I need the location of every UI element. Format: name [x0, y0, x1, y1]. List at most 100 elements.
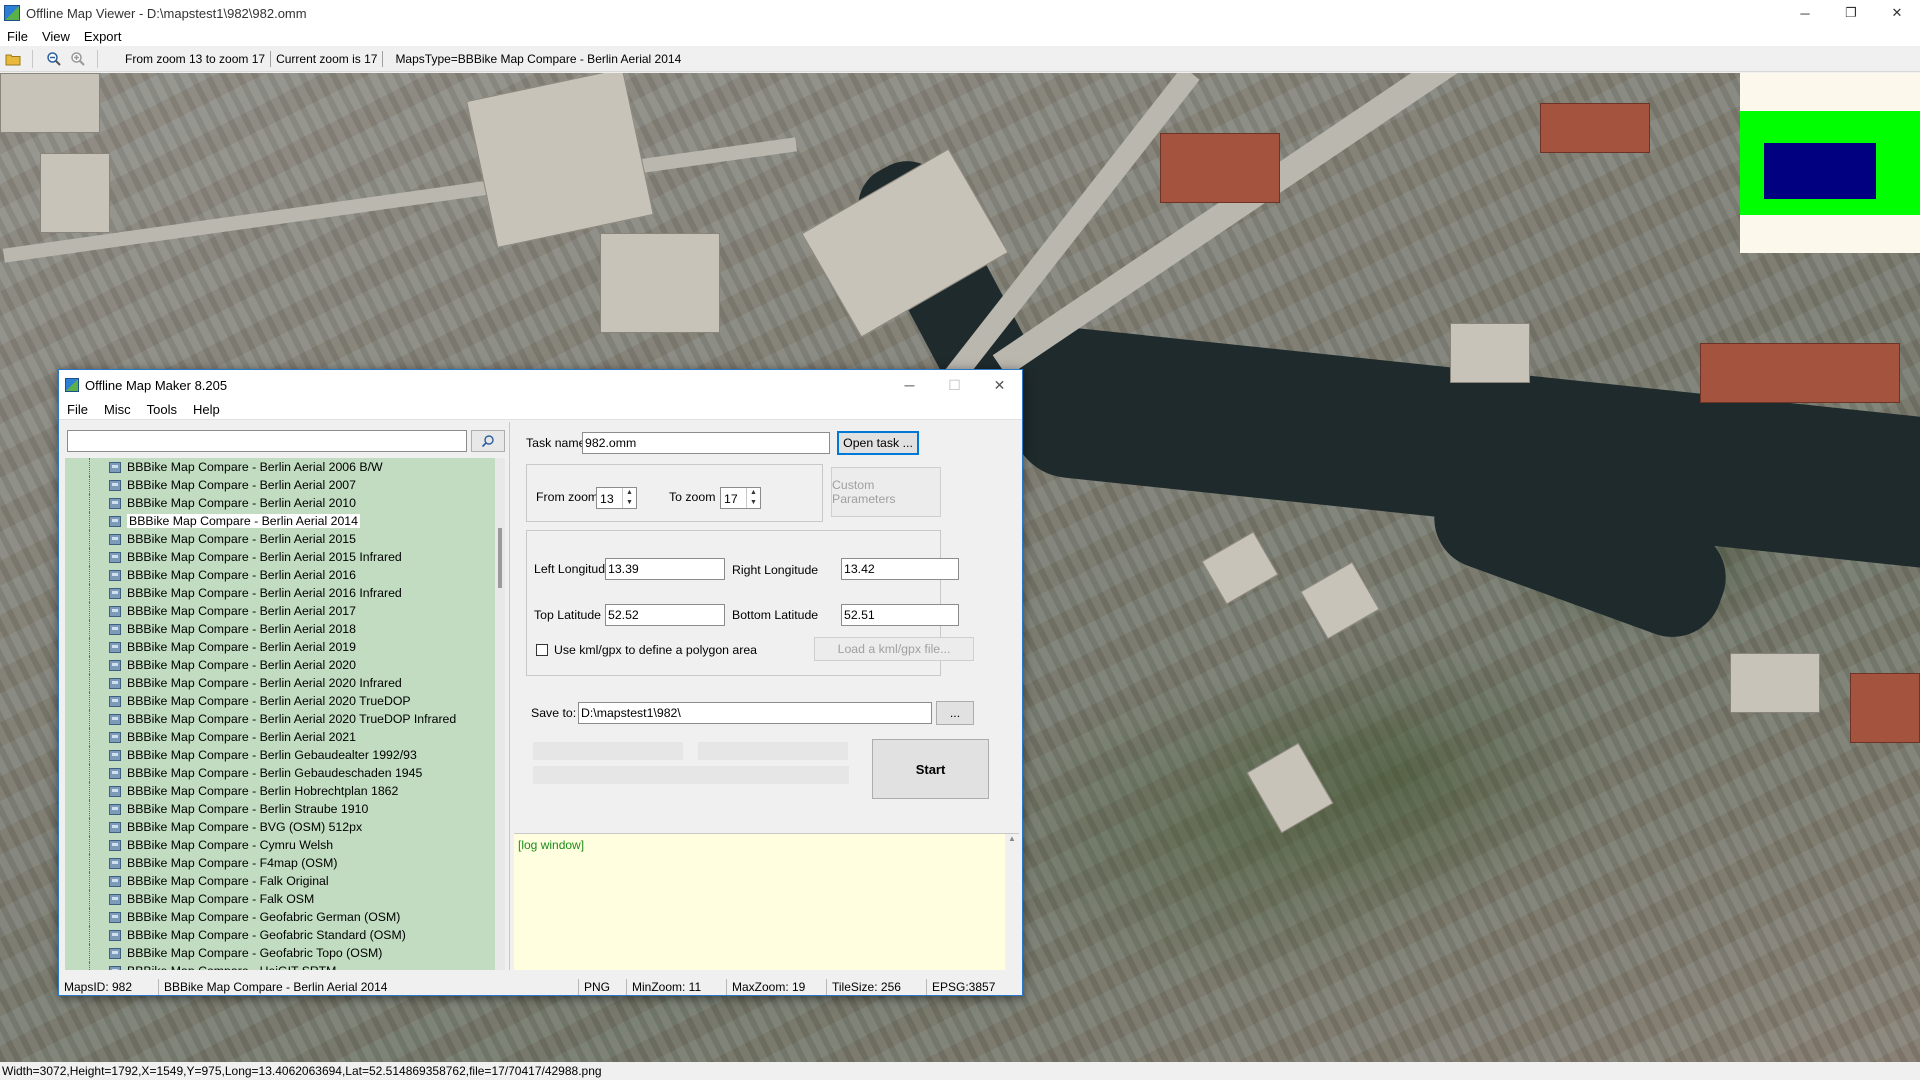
search-button[interactable] [471, 430, 505, 452]
restore-button[interactable]: ❐ [1828, 0, 1874, 26]
tree-item[interactable]: BBBike Map Compare - Berlin Aerial 2007 [65, 476, 505, 494]
from-zoom-arrows: ▲ ▼ [622, 488, 636, 508]
zoom-out-button[interactable] [43, 48, 65, 70]
spinner-down-icon[interactable]: ▼ [747, 498, 760, 508]
spinner-down-icon[interactable]: ▼ [623, 498, 636, 508]
tree-item[interactable]: BBBike Map Compare - Berlin Aerial 2019 [65, 638, 505, 656]
dialog-menu-file[interactable]: File [59, 402, 96, 417]
right-longitude-label: Right Longitude [732, 563, 819, 577]
log-window[interactable]: [log window] ▲ [514, 833, 1019, 970]
right-longitude-input[interactable] [841, 558, 959, 580]
map-search-input[interactable] [67, 430, 467, 452]
tree-item[interactable]: BBBike Map Compare - Falk OSM [65, 890, 505, 908]
dialog-menu-tools[interactable]: Tools [139, 402, 185, 417]
map-layer-icon [109, 785, 121, 797]
tree-item[interactable]: BBBike Map Compare - Berlin Aerial 2017 [65, 602, 505, 620]
zoom-in-icon [71, 51, 85, 66]
tree-item[interactable]: BBBike Map Compare - Berlin Aerial 2014 [65, 512, 505, 530]
to-zoom-spinner[interactable]: 17 ▲ ▼ [720, 487, 761, 509]
main-title-bar: Offline Map Viewer - D:\mapstest1\982\98… [0, 0, 1920, 26]
tree-item-label: BBBike Map Compare - Falk OSM [127, 892, 315, 906]
tree-item[interactable]: BBBike Map Compare - BVG (OSM) 512px [65, 818, 505, 836]
save-to-label: Save to: [531, 706, 577, 720]
use-kml-checkbox[interactable] [536, 644, 548, 656]
from-zoom-spinner[interactable]: 13 ▲ ▼ [596, 487, 637, 509]
status-epsg: EPSG:3857 [932, 980, 996, 994]
map-source-tree[interactable]: BBBike Map Compare - Berlin Aerial 2006 … [65, 458, 505, 970]
tree-item-label: BBBike Map Compare - Cymru Welsh [127, 838, 334, 852]
left-longitude-input[interactable] [605, 558, 725, 580]
spinner-up-icon[interactable]: ▲ [747, 488, 760, 498]
tree-item[interactable]: BBBike Map Compare - Geofabric Standard … [65, 926, 505, 944]
tree-item-label: BBBike Map Compare - Berlin Aerial 2007 [127, 478, 356, 492]
status-format: PNG [579, 979, 627, 995]
custom-parameters-button[interactable]: Custom Parameters [831, 467, 941, 517]
tree-item[interactable]: BBBike Map Compare - Berlin Aerial 2006 … [65, 458, 505, 476]
scroll-up-icon[interactable]: ▲ [1005, 834, 1019, 843]
tree-item-label: BBBike Map Compare - HeiGIT SRTM [127, 964, 336, 970]
tree-item[interactable]: BBBike Map Compare - Falk Original [65, 872, 505, 890]
tree-item[interactable]: BBBike Map Compare - Berlin Gebaudealter… [65, 746, 505, 764]
map-layer-icon [109, 551, 121, 563]
bottom-latitude-input[interactable] [841, 604, 959, 626]
status-maps-id: MapsID: 982 [59, 979, 159, 995]
spinner-up-icon[interactable]: ▲ [623, 488, 636, 498]
minimap-view-rectangle[interactable] [1764, 143, 1876, 199]
dialog-menu-help[interactable]: Help [185, 402, 228, 417]
building [1201, 531, 1279, 605]
status-coordinates: Width=3072,Height=1792,X=1549,Y=975,Long… [2, 1064, 602, 1078]
status-max-zoom: MaxZoom: 19 [727, 979, 827, 995]
tree-item[interactable]: BBBike Map Compare - Berlin Aerial 2010 [65, 494, 505, 512]
top-latitude-input[interactable] [605, 604, 725, 626]
tree-item-label: BBBike Map Compare - Berlin Aerial 2020 [127, 658, 356, 672]
tree-item[interactable]: BBBike Map Compare - Berlin Aerial 2020 … [65, 710, 505, 728]
task-parameters-pane: Task name Open task ... From zoom 13 ▲▼ … [514, 422, 1019, 970]
load-kml-button[interactable]: Load a kml/gpx file... [814, 637, 974, 661]
minimize-button[interactable]: ─ [1782, 0, 1828, 26]
task-name-input[interactable] [582, 432, 830, 454]
tree-item[interactable]: BBBike Map Compare - Berlin Aerial 2020 … [65, 692, 505, 710]
tree-item[interactable]: BBBike Map Compare - Berlin Aerial 2016 … [65, 584, 505, 602]
tree-item[interactable]: BBBike Map Compare - F4map (OSM) [65, 854, 505, 872]
log-scrollbar[interactable]: ▲ [1005, 834, 1019, 970]
tree-item[interactable]: BBBike Map Compare - Berlin Aerial 2016 [65, 566, 505, 584]
map-layer-icon [109, 641, 121, 653]
tree-item[interactable]: BBBike Map Compare - Geofabric Topo (OSM… [65, 944, 505, 962]
tree-item[interactable]: BBBike Map Compare - HeiGIT SRTM [65, 962, 505, 970]
tree-item[interactable]: BBBike Map Compare - Berlin Hobrechtplan… [65, 782, 505, 800]
tree-item[interactable]: BBBike Map Compare - Cymru Welsh [65, 836, 505, 854]
save-to-input[interactable] [578, 702, 932, 724]
map-layer-icon [109, 479, 121, 491]
dialog-menu-misc[interactable]: Misc [96, 402, 139, 417]
tree-item[interactable]: BBBike Map Compare - Berlin Aerial 2018 [65, 620, 505, 638]
menu-view[interactable]: View [35, 29, 77, 44]
zoom-in-button[interactable] [67, 48, 89, 70]
dialog-maximize-button[interactable]: ☐ [932, 370, 977, 400]
start-button[interactable]: Start [872, 739, 989, 799]
dialog-minimize-button[interactable]: ─ [887, 370, 932, 400]
tree-item-label: BBBike Map Compare - Geofabric Topo (OSM… [127, 946, 383, 960]
map-layer-icon [109, 749, 121, 761]
folder-icon [5, 54, 21, 65]
tree-item[interactable]: BBBike Map Compare - Berlin Aerial 2021 [65, 728, 505, 746]
open-task-button[interactable]: Open task ... [837, 431, 919, 455]
menu-file[interactable]: File [0, 29, 35, 44]
dialog-close-button[interactable]: ✕ [977, 370, 1022, 400]
tree-item[interactable]: BBBike Map Compare - Geofabric German (O… [65, 908, 505, 926]
close-button[interactable]: ✕ [1874, 0, 1920, 26]
overview-minimap[interactable] [1740, 73, 1920, 253]
open-folder-button[interactable] [2, 48, 24, 70]
tree-item[interactable]: BBBike Map Compare - Berlin Straube 1910 [65, 800, 505, 818]
browse-button[interactable]: ... [936, 701, 974, 725]
tree-item[interactable]: BBBike Map Compare - Berlin Aerial 2015 … [65, 548, 505, 566]
tree-item-label: BBBike Map Compare - Berlin Gebaudealter… [127, 748, 417, 762]
tree-item[interactable]: BBBike Map Compare - Berlin Aerial 2020 … [65, 674, 505, 692]
tree-item[interactable]: BBBike Map Compare - Berlin Gebaudeschad… [65, 764, 505, 782]
tree-item[interactable]: BBBike Map Compare - Berlin Aerial 2020 [65, 656, 505, 674]
tree-scrollbar[interactable] [495, 458, 505, 970]
tree-item[interactable]: BBBike Map Compare - Berlin Aerial 2015 [65, 530, 505, 548]
current-zoom-text: Current zoom is 17 [276, 51, 378, 66]
map-layer-icon [109, 587, 121, 599]
menu-export[interactable]: Export [77, 29, 129, 44]
tree-scrollbar-thumb[interactable] [498, 528, 502, 588]
